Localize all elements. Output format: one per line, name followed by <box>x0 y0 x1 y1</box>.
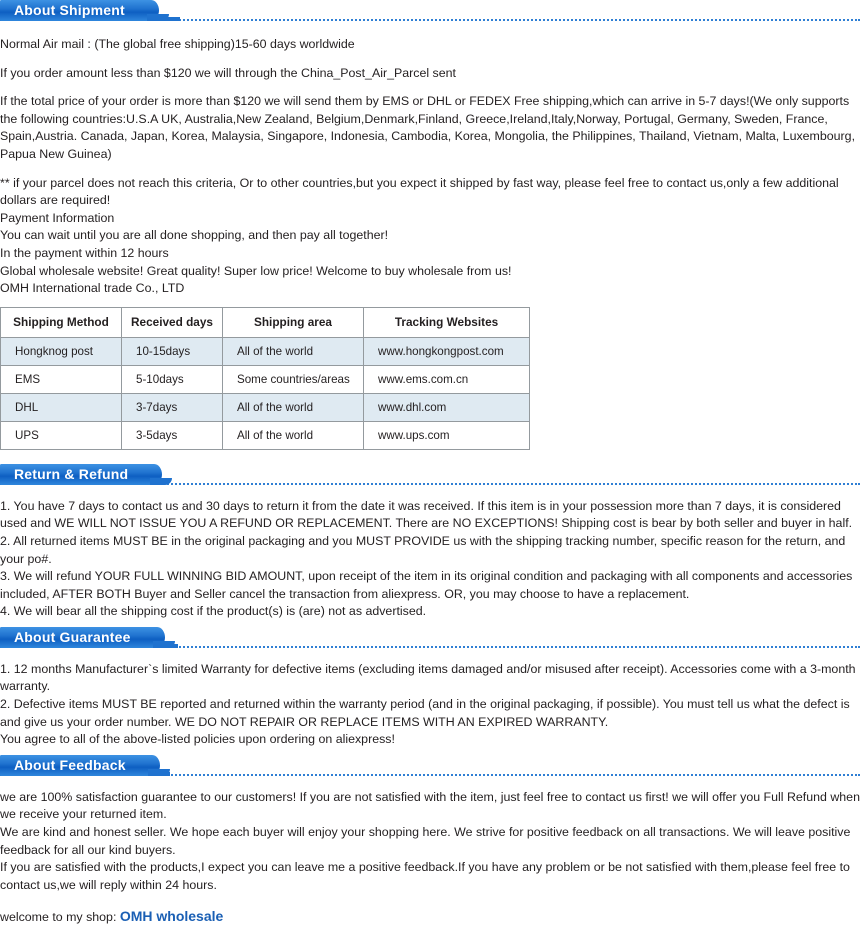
feedback-paragraph-1: we are 100% satisfaction guarantee to ou… <box>0 789 860 822</box>
guarantee-paragraph-1: 1. 12 months Manufacturer`s limited Warr… <box>0 661 856 694</box>
shipping-methods-table: Shipping Method Received days Shipping a… <box>0 306 530 450</box>
cell-received-days: 5-10days <box>121 364 223 394</box>
cell-received-days: 3-5days <box>121 420 223 450</box>
cell-shipping-method: Hongknog post <box>0 336 122 366</box>
shop-welcome-line: welcome to my shop: OMH wholesale <box>0 907 860 926</box>
shipment-paragraph-7: In the payment within 12 hours <box>0 245 169 260</box>
shipment-paragraph-2: If you order amount less than $120 we wi… <box>0 65 456 80</box>
cell-tracking-website: www.dhl.com <box>363 392 530 422</box>
cell-shipping-area: Some countries/areas <box>222 364 364 394</box>
return-paragraph-2: 2. All returned items MUST BE in the ori… <box>0 533 846 566</box>
table-header-tracking-websites: Tracking Websites <box>363 306 530 338</box>
table-row: DHL 3-7days All of the world www.dhl.com <box>0 392 530 422</box>
section-header-about-shipment: About Shipment <box>0 0 860 24</box>
section-header-return-refund: Return & Refund <box>0 463 860 488</box>
table-header-row: Shipping Method Received days Shipping a… <box>0 306 530 338</box>
shop-name-link[interactable]: OMH wholesale <box>120 908 223 924</box>
return-paragraph-3: 3. We will refund YOUR FULL WINNING BID … <box>0 569 853 601</box>
shipment-company-name: OMH International trade Co., LTD <box>0 281 185 296</box>
cell-received-days: 10-15days <box>121 336 223 366</box>
feedback-paragraph-2: We are kind and honest seller. We hope e… <box>0 825 851 857</box>
section-title-return-refund: Return & Refund <box>0 463 173 485</box>
shipment-paragraph-1: Normal Air mail : (The global free shipp… <box>0 37 355 51</box>
guarantee-paragraph-3: You agree to all of the above-listed pol… <box>0 732 395 747</box>
table-row: UPS 3-5days All of the world www.ups.com <box>0 420 530 450</box>
table-header-shipping-area: Shipping area <box>222 306 364 338</box>
section-title-about-guarantee: About Guarantee <box>0 626 175 648</box>
shop-welcome-prefix: welcome to my shop: <box>0 909 120 924</box>
shipping-policy-page: About Shipment Normal Air mail : (The gl… <box>0 0 860 926</box>
guarantee-paragraph-2: 2. Defective items MUST BE reported and … <box>0 697 850 729</box>
table-row: Hongknog post 10-15days All of the world… <box>0 336 530 366</box>
cell-shipping-area: All of the world <box>222 420 364 450</box>
table-header-received-days: Received days <box>121 306 223 338</box>
cell-shipping-method: UPS <box>0 420 122 450</box>
cell-shipping-method: DHL <box>0 392 122 422</box>
table-header-shipping-method: Shipping Method <box>0 306 122 338</box>
table-row: EMS 5-10days Some countries/areas www.em… <box>0 364 530 394</box>
feedback-paragraph-3: If you are satisfied with the products,I… <box>0 860 850 892</box>
section-title-about-shipment: About Shipment <box>0 0 169 21</box>
cell-tracking-website: www.hongkongpost.com <box>363 336 530 366</box>
section-header-about-feedback: About Feedback <box>0 754 860 779</box>
cell-shipping-method: EMS <box>0 364 122 394</box>
cell-received-days: 3-7days <box>121 392 223 422</box>
shipment-payment-info-heading: Payment Information <box>0 210 115 225</box>
shipment-paragraph-4: ** if your parcel does not reach this cr… <box>0 175 839 208</box>
section-title-about-feedback: About Feedback <box>0 754 170 776</box>
shipment-paragraph-6: You can wait until you are all done shop… <box>0 228 389 243</box>
cell-shipping-area: All of the world <box>222 336 364 366</box>
section-header-about-guarantee: About Guarantee <box>0 626 860 651</box>
cell-tracking-website: www.ems.com.cn <box>363 364 530 394</box>
return-paragraph-4: 4. We will bear all the shipping cost if… <box>0 604 427 619</box>
shipment-paragraph-3: If the total price of your order is more… <box>0 94 856 161</box>
return-paragraph-1: 1. You have 7 days to contact us and 30 … <box>0 498 853 531</box>
cell-tracking-website: www.ups.com <box>363 420 530 450</box>
shipment-paragraph-8: Global wholesale website! Great quality!… <box>0 263 512 278</box>
cell-shipping-area: All of the world <box>222 392 364 422</box>
